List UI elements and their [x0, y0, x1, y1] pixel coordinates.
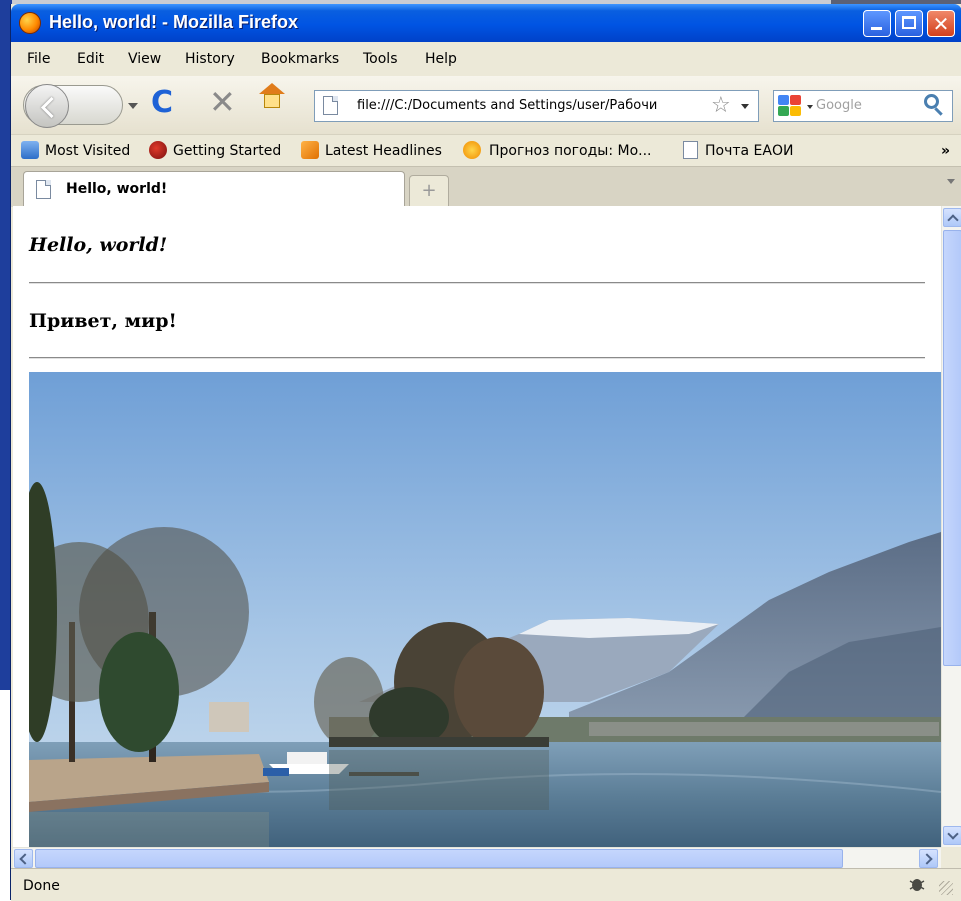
bookmark-latest-headlines[interactable]: Latest Headlines [325, 143, 442, 159]
heading-hello-world: Hello, world! [29, 234, 168, 256]
menu-bar: File Edit View History Bookmarks Tools H… [11, 42, 961, 76]
horizontal-rule [29, 282, 925, 284]
rss-icon [301, 141, 319, 159]
home-button[interactable] [259, 83, 285, 110]
status-bar: Done [11, 868, 961, 901]
chevron-up-icon [947, 214, 959, 226]
chevron-left-icon [19, 853, 31, 865]
google-icon[interactable] [778, 95, 804, 117]
close-button[interactable]: ✕ [927, 10, 955, 37]
bookmark-mail[interactable]: Почта ЕАОИ [705, 143, 793, 159]
navigation-toolbar: C ✕ file:///C:/Documents and Settings/us… [11, 76, 961, 134]
search-bar[interactable]: Google [773, 90, 953, 122]
heading-privet-mir: Привет, мир! [29, 310, 177, 332]
tab-strip: Hello, world! + [11, 166, 961, 207]
browser-window: Hello, world! - Mozilla Firefox ✕ File E… [10, 4, 961, 901]
bookmark-weather[interactable]: Прогноз погоды: Мо... [489, 143, 651, 159]
scroll-up-button[interactable] [943, 208, 961, 227]
page-icon [36, 180, 51, 199]
menu-history[interactable]: History [185, 51, 235, 67]
weather-icon [463, 141, 481, 159]
search-input[interactable]: Google [816, 98, 862, 113]
back-button[interactable] [25, 84, 69, 128]
new-tab-button[interactable]: + [409, 175, 449, 206]
page-content: Hello, world! Привет, мир! [13, 206, 941, 847]
history-dropdown-icon[interactable] [128, 103, 138, 109]
close-icon: ✕ [932, 12, 950, 36]
title-bar[interactable]: Hello, world! - Mozilla Firefox ✕ [11, 4, 961, 42]
maximize-icon [902, 16, 916, 29]
menu-edit[interactable]: Edit [77, 51, 104, 67]
status-text: Done [23, 878, 60, 894]
bug-icon[interactable] [907, 875, 927, 893]
bookmark-star-icon[interactable]: ☆ [711, 93, 731, 119]
vertical-scrollbar[interactable] [941, 206, 961, 847]
vertical-scroll-thumb[interactable] [943, 230, 961, 666]
firefox-icon [19, 12, 41, 34]
scroll-left-button[interactable] [14, 849, 33, 868]
bookmark-most-visited[interactable]: Most Visited [45, 143, 130, 159]
window-title: Hello, world! - Mozilla Firefox [49, 12, 299, 32]
back-icon [40, 96, 63, 119]
resize-grip-icon[interactable] [939, 881, 953, 895]
address-input[interactable]: file:///C:/Documents and Settings/user/Р… [357, 98, 707, 113]
page-icon [323, 96, 338, 115]
menu-view[interactable]: View [128, 51, 161, 67]
bookmark-getting-started[interactable]: Getting Started [173, 143, 281, 159]
menu-tools[interactable]: Tools [363, 51, 398, 67]
horizontal-scrollbar[interactable] [13, 847, 941, 869]
horizontal-rule [29, 357, 925, 359]
most-visited-icon [21, 141, 39, 159]
reload-button[interactable]: C [151, 86, 173, 120]
address-bar[interactable]: file:///C:/Documents and Settings/user/Р… [314, 90, 759, 122]
lake-mountain-photo [29, 372, 941, 847]
minimize-button[interactable] [863, 10, 891, 37]
tab-title: Hello, world! [66, 181, 168, 197]
maximize-button[interactable] [895, 10, 923, 37]
menu-file[interactable]: File [27, 51, 50, 67]
home-icon-body [264, 94, 280, 108]
search-icon[interactable] [924, 94, 939, 109]
tab-list-icon[interactable] [947, 179, 955, 184]
scroll-down-button[interactable] [943, 826, 961, 845]
scroll-right-button[interactable] [919, 849, 938, 868]
stop-button[interactable]: ✕ [209, 85, 236, 119]
bookmarks-overflow-button[interactable]: » [941, 143, 950, 159]
menu-bookmarks[interactable]: Bookmarks [261, 51, 339, 67]
bookmarks-toolbar: Most Visited Getting Started Latest Head… [11, 134, 961, 167]
scrollbar-corner [941, 847, 961, 868]
tab-hello-world[interactable]: Hello, world! [23, 171, 405, 207]
page-icon [683, 141, 698, 159]
chevron-down-icon [947, 828, 959, 840]
menu-help[interactable]: Help [425, 51, 457, 67]
minimize-icon [871, 27, 882, 30]
home-icon [259, 83, 285, 94]
address-dropdown-icon[interactable] [741, 104, 749, 109]
chevron-right-icon [921, 853, 933, 865]
horizontal-scroll-thumb[interactable] [35, 849, 843, 868]
search-engine-dropdown-icon[interactable] [807, 105, 813, 109]
firefox-icon [149, 141, 167, 159]
